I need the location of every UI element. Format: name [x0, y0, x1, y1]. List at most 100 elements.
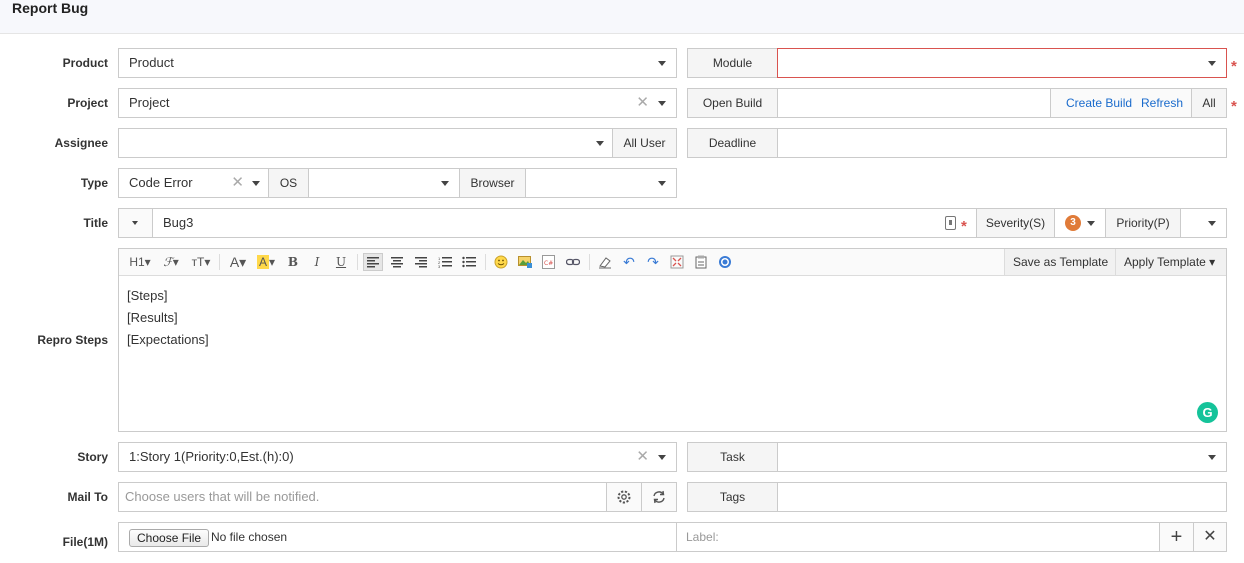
- type-select[interactable]: Code Error ✕: [118, 168, 269, 198]
- bullet-list-icon[interactable]: [459, 253, 479, 271]
- mail-refresh-button[interactable]: [641, 482, 677, 512]
- add-file-button[interactable]: +: [1159, 522, 1194, 552]
- chevron-down-icon: [1208, 455, 1216, 460]
- file-status: No file chosen: [211, 530, 288, 544]
- italic-button[interactable]: I: [309, 253, 325, 271]
- svg-text:3: 3: [438, 264, 441, 268]
- bold-button[interactable]: B: [285, 253, 301, 271]
- project-select[interactable]: Project ✕: [118, 88, 677, 118]
- chevron-down-icon: [1208, 61, 1216, 66]
- align-left-icon[interactable]: [363, 253, 383, 271]
- open-build-select[interactable]: [777, 88, 1051, 118]
- module-label: Module: [687, 48, 778, 78]
- font-color-button[interactable]: A▾: [227, 253, 249, 271]
- undo-icon[interactable]: ↶: [619, 253, 639, 271]
- refresh-link[interactable]: Refresh: [1141, 89, 1183, 117]
- toolbar-divider: [219, 254, 220, 270]
- title-label: Title: [83, 216, 108, 230]
- file-label-input[interactable]: Label:: [676, 522, 1160, 552]
- insert-image-icon[interactable]: [515, 253, 535, 271]
- mail-to-placeholder: Choose users that will be notified.: [125, 489, 320, 504]
- project-label: Project: [67, 96, 108, 110]
- chevron-down-icon: [441, 181, 449, 186]
- module-select[interactable]: [777, 48, 1227, 78]
- svg-text:C#: C#: [544, 260, 553, 267]
- deadline-label: Deadline: [687, 128, 778, 158]
- grammarly-icon[interactable]: G: [1197, 402, 1218, 423]
- choose-file-button[interactable]: Choose File: [129, 529, 210, 547]
- redo-icon[interactable]: ↷: [643, 253, 663, 271]
- save-as-template-button[interactable]: Save as Template: [1004, 249, 1117, 275]
- editor-content[interactable]: [Steps] [Results] [Expectations]: [127, 285, 209, 351]
- paste-icon[interactable]: [691, 253, 711, 271]
- emoticon-icon[interactable]: [491, 253, 511, 271]
- apply-template-button[interactable]: Apply Template ▾: [1115, 249, 1226, 275]
- priority-select[interactable]: [1180, 208, 1227, 238]
- gear-icon: [617, 490, 631, 504]
- task-label: Task: [687, 442, 778, 472]
- task-select[interactable]: [777, 442, 1227, 472]
- editor-line: [Steps]: [127, 288, 168, 303]
- open-build-label: Open Build: [687, 88, 778, 118]
- repro-steps-label: Repro Steps: [37, 333, 108, 347]
- file-label: File(1M): [62, 535, 108, 549]
- type-label: Type: [80, 176, 108, 190]
- bg-color-button[interactable]: A ▾: [255, 253, 277, 271]
- chevron-down-icon: [658, 61, 666, 66]
- story-select[interactable]: 1:Story 1(Priority:0,Est.(h):0) ✕: [118, 442, 677, 472]
- toolbar-divider: [357, 254, 358, 270]
- chevron-down-icon: [658, 101, 666, 106]
- mail-to-label: Mail To: [67, 490, 108, 504]
- chevron-down-icon: [658, 181, 666, 186]
- deadline-input[interactable]: [777, 128, 1227, 158]
- product-select[interactable]: Product: [118, 48, 677, 78]
- refresh-icon: [653, 490, 665, 504]
- assignee-select[interactable]: [118, 128, 613, 158]
- file-input[interactable]: Choose File No file chosen: [118, 522, 677, 552]
- clear-icon[interactable]: ✕: [636, 443, 649, 471]
- product-label: Product: [62, 56, 108, 70]
- repro-steps-editor[interactable]: H1▾ ℱ▾ тT▾ A▾ A ▾ B I U 123 C# ↶ ↷ Save …: [118, 248, 1227, 432]
- all-user-button[interactable]: All User: [612, 128, 677, 158]
- mail-to-input[interactable]: Choose users that will be notified.: [118, 482, 607, 512]
- underline-button[interactable]: U: [333, 253, 349, 271]
- font-size-dropdown[interactable]: тT▾: [189, 253, 213, 271]
- help-icon[interactable]: [715, 253, 735, 271]
- project-value: Project: [129, 95, 170, 110]
- editor-toolbar: H1▾ ℱ▾ тT▾ A▾ A ▾ B I U 123 C# ↶ ↷ Save …: [119, 249, 1226, 276]
- severity-badge: 3: [1065, 215, 1081, 231]
- type-value: Code Error: [129, 175, 193, 190]
- title-value: Bug3: [163, 215, 194, 230]
- browser-select[interactable]: [525, 168, 677, 198]
- product-value: Product: [129, 55, 174, 70]
- clipboard-icon[interactable]: [945, 216, 956, 230]
- required-marker: *: [961, 218, 967, 235]
- page-title: Report Bug: [12, 0, 89, 16]
- title-input[interactable]: Bug3: [152, 208, 977, 238]
- link-icon[interactable]: [563, 253, 583, 271]
- align-right-icon[interactable]: [411, 253, 431, 271]
- severity-select[interactable]: 3: [1054, 208, 1106, 238]
- chevron-down-icon: [132, 221, 138, 225]
- ordered-list-icon[interactable]: 123: [435, 253, 455, 271]
- insert-code-icon[interactable]: C#: [539, 253, 559, 271]
- eraser-icon[interactable]: [595, 253, 615, 271]
- severity-label: Severity(S): [976, 208, 1055, 238]
- chevron-down-icon: [252, 181, 260, 186]
- os-select[interactable]: [308, 168, 460, 198]
- clear-icon[interactable]: ✕: [231, 169, 244, 197]
- create-build-link[interactable]: Create Build: [1066, 89, 1132, 117]
- file-label-placeholder: Label:: [686, 530, 719, 544]
- heading-dropdown[interactable]: H1▾: [127, 253, 153, 271]
- mail-settings-button[interactable]: [606, 482, 642, 512]
- fullscreen-icon[interactable]: [667, 253, 687, 271]
- required-marker: *: [1231, 98, 1237, 115]
- all-builds-button[interactable]: All: [1191, 88, 1227, 118]
- title-color-button[interactable]: [118, 208, 153, 238]
- align-center-icon[interactable]: [387, 253, 407, 271]
- tags-input[interactable]: [777, 482, 1227, 512]
- priority-label: Priority(P): [1105, 208, 1181, 238]
- clear-icon[interactable]: ✕: [636, 89, 649, 117]
- font-family-dropdown[interactable]: ℱ▾: [159, 253, 183, 271]
- remove-file-button[interactable]: ✕: [1193, 522, 1227, 552]
